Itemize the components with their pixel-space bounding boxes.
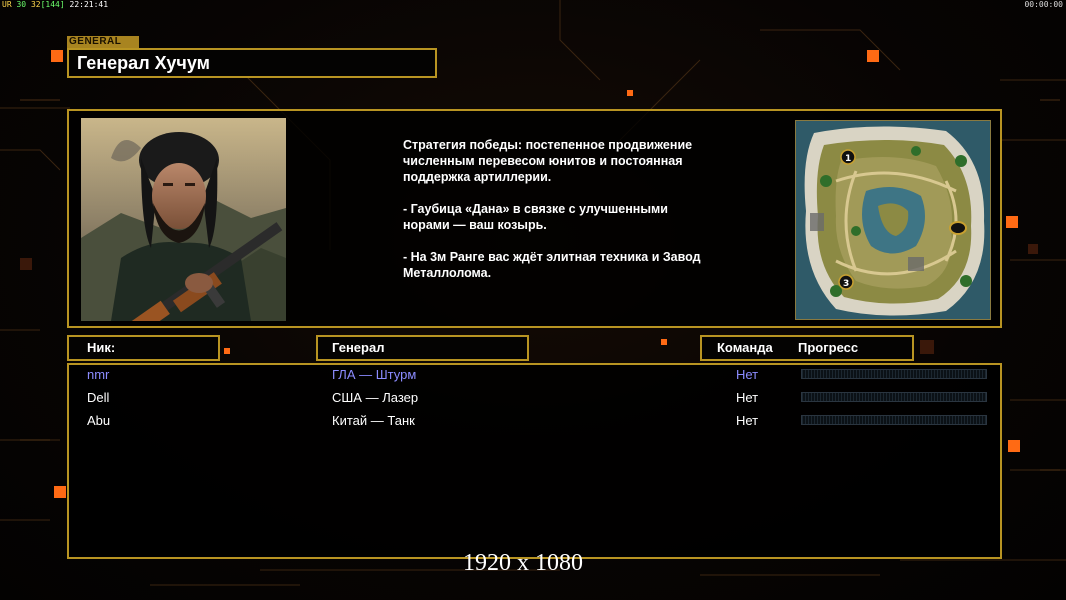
header-general: Генерал (316, 335, 529, 361)
player-team: Нет (736, 413, 759, 428)
player-general: США — Лазер (332, 390, 419, 405)
map-start-marker: 3 (843, 279, 849, 289)
player-general: Китай — Танк (332, 413, 415, 428)
header-nick: Ник: (67, 335, 220, 361)
player-nick: nmr (87, 367, 110, 382)
hud-value-b: 32 (30, 0, 41, 9)
header-team-label: Команда (717, 340, 773, 355)
hud-timer: 00:00:00 (1024, 0, 1063, 9)
player-team: Нет (736, 390, 759, 405)
strategy-description: Стратегия победы: постепенное продвижени… (403, 137, 703, 297)
general-portrait (81, 118, 286, 321)
hud-clock: 22:21:41 (69, 0, 109, 9)
table-row: Dell США — Лазер Нет (69, 388, 1000, 408)
table-row: nmr ГЛА — Штурм Нет (69, 365, 1000, 385)
resolution-label: 1920 x 1080 (463, 550, 583, 576)
progress-bar (801, 392, 987, 402)
strategy-tip: - На 3м Ранге вас ждёт элитная техника и… (403, 250, 701, 280)
hud-fps-clock: UR 30 32[144] 22:21:41 (2, 0, 108, 9)
player-team[interactable]: Нет (736, 365, 758, 385)
player-nick: Abu (87, 413, 111, 428)
strategy-paragraph: Стратегия победы: постепенное продвижени… (403, 138, 693, 184)
map-start-marker: 1 (845, 154, 851, 164)
progress-bar (801, 415, 987, 425)
header-nick-label: Ник: (87, 340, 116, 355)
header-general-label: Генерал (332, 340, 385, 355)
player-general[interactable]: ГЛА — Штурм (332, 365, 416, 385)
general-tag: GENERAL (67, 36, 139, 48)
strategy-tip: - Гаубица «Дана» в связке с улучшенными … (403, 202, 668, 232)
table-row: Abu Китай — Танк Нет (69, 411, 1000, 431)
general-info-panel: Стратегия победы: постепенное продвижени… (67, 109, 1002, 328)
players-panel: nmr ГЛА — Штурм Нет Dell США — Лазер Нет… (67, 363, 1002, 559)
header-progress-label: Прогресс (798, 340, 859, 355)
hud-label: UR (2, 0, 12, 9)
page-title: Генерал Хучум (67, 48, 437, 78)
progress-bar (801, 369, 987, 379)
header-team-progress: Команда Прогресс (700, 335, 914, 361)
hud-value-a: 30 (16, 0, 27, 9)
player-nick: Dell (87, 390, 110, 405)
hud-value-c: [144] (40, 0, 65, 9)
map-preview: 1 3 (795, 120, 991, 320)
